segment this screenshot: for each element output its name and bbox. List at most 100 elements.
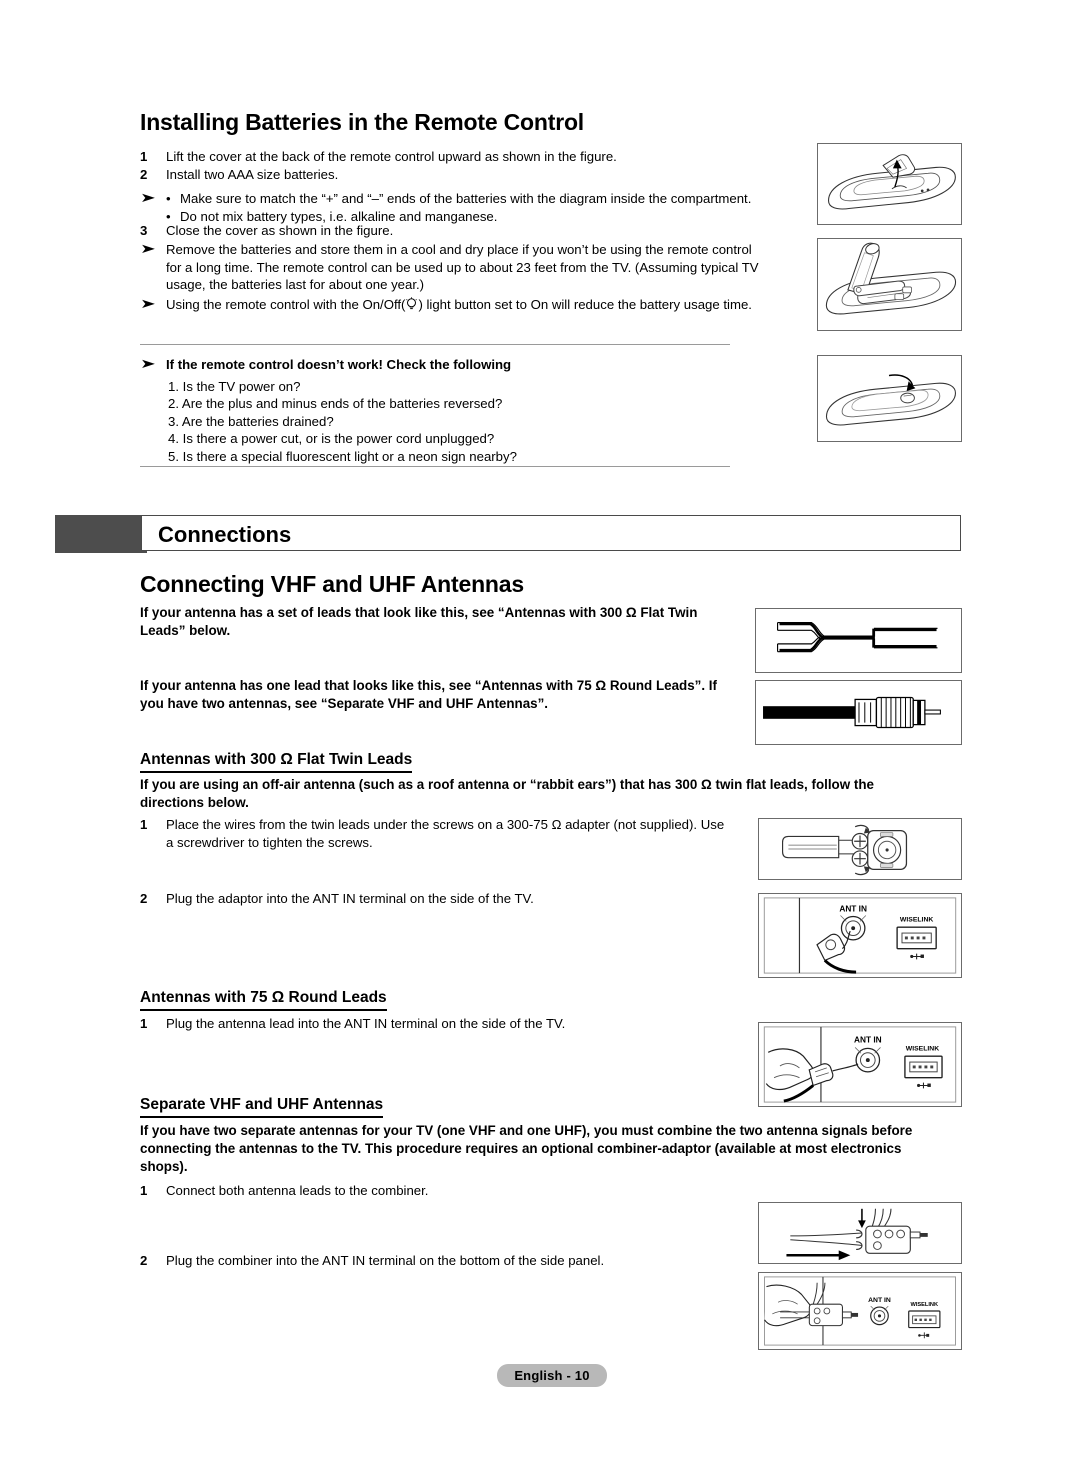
step-number: 2 — [140, 166, 148, 182]
note-text-after: ) light button set to On will reduce the… — [418, 297, 752, 312]
step-number: 1 — [140, 1183, 148, 1198]
list-item: 2 Plug the combiner into the ANT IN term… — [140, 1252, 730, 1270]
step-text: Install two AAA size batteries. — [166, 166, 339, 182]
flat-twin-step-1: 1 Place the wires from the twin leads un… — [140, 816, 730, 851]
subsection-heading: Separate VHF and UHF Antennas — [140, 1096, 384, 1118]
ant-in-label: ANT IN — [868, 1297, 891, 1304]
page-title: Installing Batteries in the Remote Contr… — [140, 109, 584, 135]
step-number: 2 — [140, 891, 148, 906]
note-row: ➤ Remove the batteries and store them in… — [140, 241, 760, 294]
round-leads-step-1: 1 Plug the antenna lead into the ANT IN … — [140, 1015, 730, 1033]
troubleshoot-rule-bottom — [140, 466, 730, 467]
wiselink-label: WISELINK — [911, 1302, 940, 1308]
wiselink-label: WISELINK — [906, 1045, 939, 1052]
wiselink-label: WISELINK — [900, 916, 933, 923]
flat-twin-step-2: 2 Plug the adaptor into the ANT IN termi… — [140, 890, 730, 908]
intro-text: If your antenna has a set of leads that … — [140, 605, 698, 638]
storage-note: ➤ Remove the batteries and store them in… — [140, 241, 760, 294]
list-item: 3 Close the cover as shown in the figure… — [140, 222, 740, 240]
intro-text: If your antenna has one lead that looks … — [140, 678, 717, 711]
step-text: Close the cover as shown in the figure. — [166, 223, 394, 238]
subsection-heading: Antennas with 300 Ω Flat Twin Leads — [140, 751, 413, 773]
step-number: 1 — [140, 149, 148, 164]
antenna-intro-flat: If your antenna has a set of leads that … — [140, 604, 730, 640]
step-text: Plug the combiner into the ANT IN termin… — [166, 1253, 605, 1268]
list-item: 2. Are the plus and minus ends of the ba… — [168, 396, 503, 412]
separate-intro: If you have two separate antennas for yo… — [140, 1122, 940, 1176]
list-item: 1 Plug the antenna lead into the ANT IN … — [140, 1015, 730, 1033]
intro-text: If you are using an off-air antenna (suc… — [140, 777, 874, 810]
antenna-intro-round: If your antenna has one lead that looks … — [140, 677, 740, 713]
note-row: ➤ If the remote control doesn’t work! Ch… — [140, 356, 740, 374]
banner-accent-block — [55, 515, 147, 553]
flat-twin-heading-wrap: Antennas with 300 Ω Flat Twin Leads — [140, 751, 740, 773]
list-item: 2 Plug the adaptor into the ANT IN termi… — [140, 890, 730, 908]
figure-ant-in-panel-round: ANT IN WISELINK — [758, 1022, 962, 1107]
list-item: 3. Are the batteries drained? — [168, 413, 334, 429]
troubleshoot-list: 1. Is the TV power on? 2. Are the plus a… — [168, 378, 768, 465]
section-title: Connecting VHF and UHF Antennas — [140, 571, 524, 597]
list-item: 1 Place the wires from the twin leads un… — [140, 816, 730, 851]
figure-ant-in-panel-flat: ANT IN WISELINK — [758, 893, 962, 978]
separate-step-1: 1 Connect both antenna leads to the comb… — [140, 1182, 730, 1200]
arrow-bullet-icon: ➤ — [140, 296, 156, 311]
arrow-bullet-icon: ➤ — [140, 190, 156, 205]
note-text: Remove the batteries and store them in a… — [166, 242, 759, 293]
divider — [140, 466, 730, 467]
arrow-bullet-icon: ➤ — [140, 241, 156, 256]
battery-steps-1-2: 1 Lift the cover at the back of the remo… — [140, 148, 740, 183]
light-bulb-icon — [405, 297, 418, 316]
note-row: ➤ • Make sure to match the “+” and “–” e… — [140, 190, 830, 225]
round-leads-heading-wrap: Antennas with 75 Ω Round Leads — [140, 989, 740, 1011]
figure-combiner — [758, 1202, 962, 1264]
ant-in-label: ANT IN — [854, 1035, 882, 1045]
list-item: 1 Lift the cover at the back of the remo… — [140, 148, 740, 166]
figure-round-lead-connector — [755, 680, 962, 745]
troubleshoot-heading-wrap: ➤ If the remote control doesn’t work! Ch… — [140, 356, 740, 374]
list-item: 1 Connect both antenna leads to the comb… — [140, 1182, 730, 1200]
step-text: Plug the adaptor into the ANT IN termina… — [166, 891, 534, 906]
intro-text: If you have two separate antennas for yo… — [140, 1123, 913, 1174]
step-text: Plug the antenna lead into the ANT IN te… — [166, 1016, 566, 1031]
separate-heading-wrap: Separate VHF and UHF Antennas — [140, 1096, 740, 1118]
step-text: Place the wires from the twin leads unde… — [166, 817, 725, 850]
troubleshoot-rule-top — [140, 344, 730, 345]
list-item: • Make sure to match the “+” and “–” end… — [166, 190, 830, 208]
list-item: 2 Install two AAA size batteries. — [140, 166, 740, 184]
separate-step-2: 2 Plug the combiner into the ANT IN term… — [140, 1252, 730, 1270]
figure-remote-insert-batteries — [817, 238, 962, 331]
banner-box: Connections — [141, 515, 961, 551]
step-number: 1 — [140, 817, 148, 832]
ant-in-label: ANT IN — [839, 904, 867, 914]
step-number: 1 — [140, 1016, 148, 1031]
note-text: Make sure to match the “+” and “–” ends … — [180, 191, 752, 206]
chapter-banner: Connections — [55, 515, 963, 553]
step-number: 3 — [140, 223, 148, 238]
note-text-before: Using the remote control with the On/Off… — [166, 297, 406, 312]
figure-remote-lift-cover — [817, 143, 962, 225]
battery-section-title-wrap: Installing Batteries in the Remote Contr… — [140, 109, 740, 135]
figure-adapter-screws — [758, 818, 962, 880]
step-text: Connect both antenna leads to the combin… — [166, 1183, 429, 1198]
list-item: 5. Is there a special fluorescent light … — [168, 448, 517, 464]
troubleshoot-heading: If the remote control doesn’t work! Chec… — [166, 357, 512, 372]
antenna-section-title-wrap: Connecting VHF and UHF Antennas — [140, 571, 740, 597]
subsection-heading: Antennas with 75 Ω Round Leads — [140, 989, 387, 1011]
figure-flat-twin-lead — [755, 608, 962, 673]
battery-notes: ➤ • Make sure to match the “+” and “–” e… — [140, 190, 830, 225]
step-number: 2 — [140, 1253, 148, 1268]
arrow-bullet-icon: ➤ — [140, 356, 156, 371]
step-text: Lift the cover at the back of the remote… — [166, 149, 617, 164]
list-item: 4. Is there a power cut, or is the power… — [168, 431, 495, 447]
note-row: ➤ Using the remote control with the On/O… — [140, 296, 760, 316]
chapter-title: Connections — [158, 522, 292, 547]
battery-step-3: 3 Close the cover as shown in the figure… — [140, 222, 740, 240]
light-button-note: ➤ Using the remote control with the On/O… — [140, 296, 760, 316]
list-item: 1. Is the TV power on? — [168, 379, 301, 394]
figure-combiner-ant-in-panel: ANT IN WISELINK — [758, 1272, 962, 1350]
flat-twin-intro: If you are using an off-air antenna (suc… — [140, 776, 940, 812]
manual-page: Installing Batteries in the Remote Contr… — [0, 0, 1080, 1474]
page-footer-badge: English - 10 — [497, 1364, 607, 1387]
figure-remote-close-cover — [817, 355, 962, 442]
divider — [140, 344, 730, 345]
